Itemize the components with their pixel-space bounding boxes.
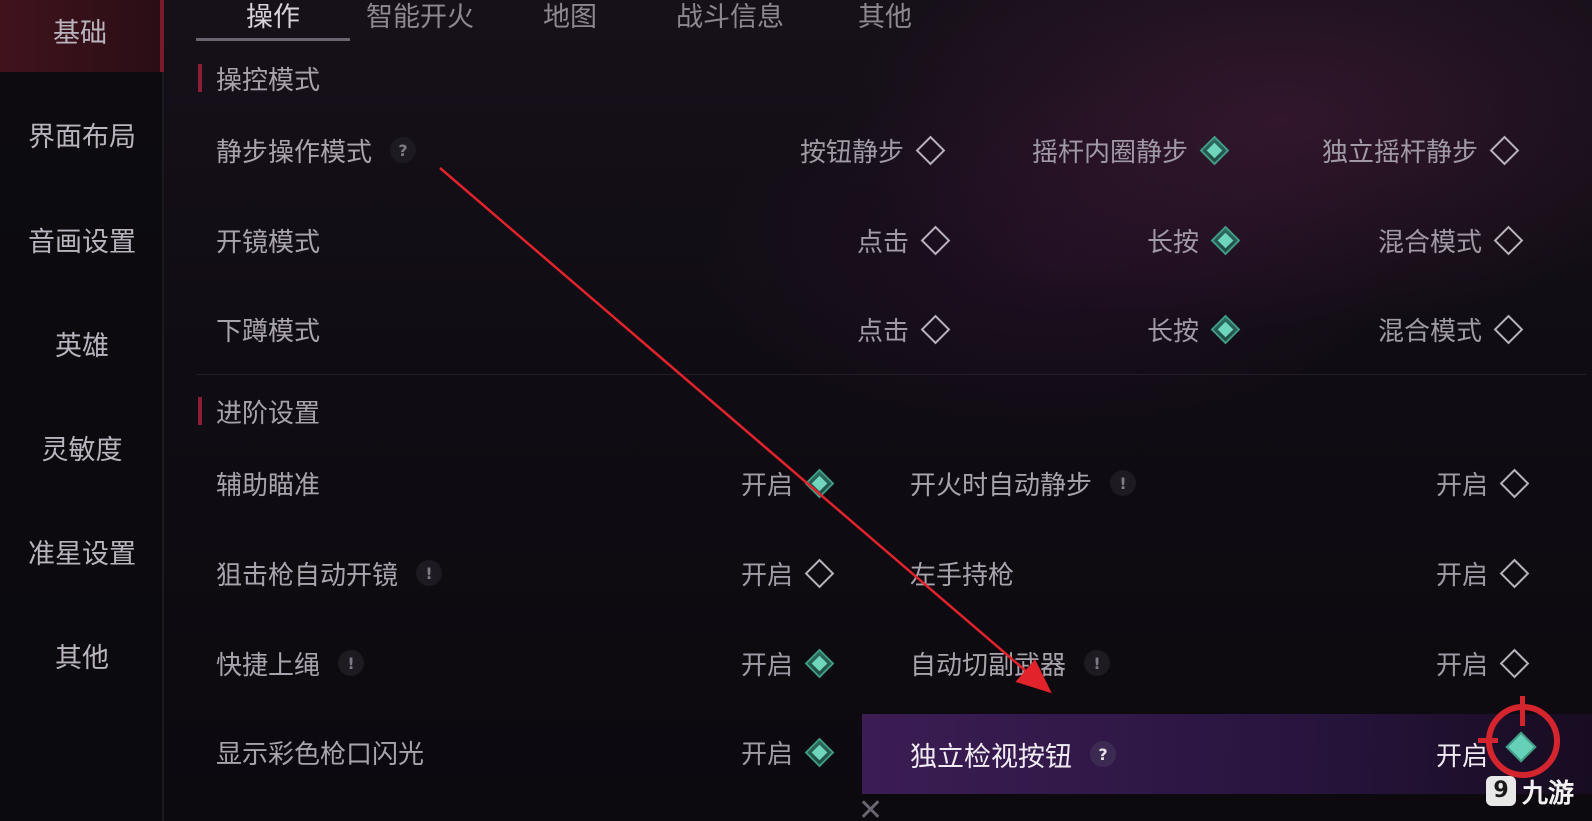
logo-icon: 9: [1486, 776, 1516, 806]
red-arrow-annotation: [439, 167, 1052, 694]
watermark-logo: 9 九游: [1486, 768, 1574, 814]
close-x-icon[interactable]: ✕: [858, 796, 883, 821]
